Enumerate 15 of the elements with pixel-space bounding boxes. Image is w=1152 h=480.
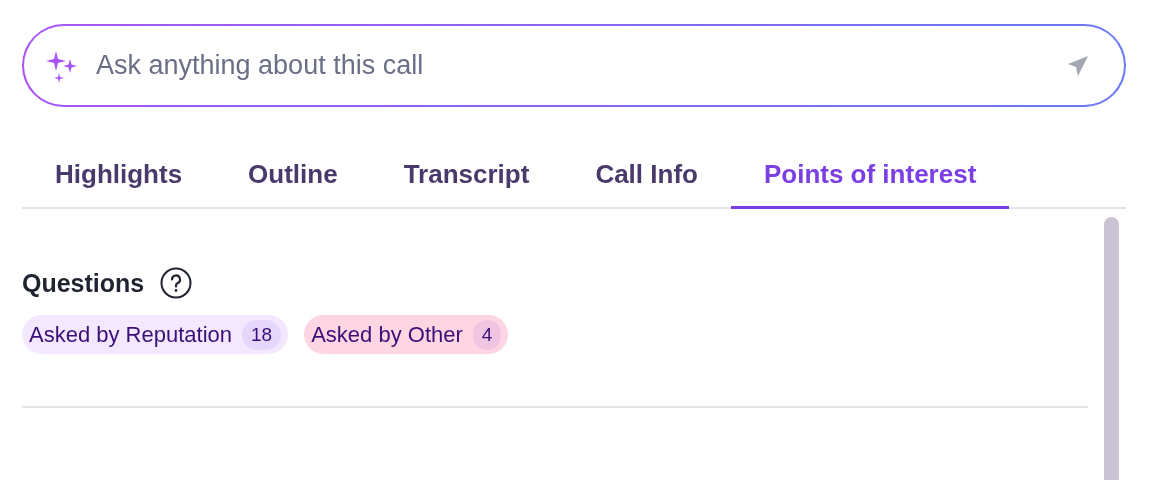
send-icon[interactable]: [1066, 53, 1090, 78]
count-badge: 18: [242, 319, 282, 350]
tab[interactable]: Call Info: [562, 151, 731, 209]
filter-chip[interactable]: Asked by Other 4: [304, 315, 509, 354]
tab[interactable]: Points of interest: [730, 151, 1010, 209]
tab[interactable]: Outline: [215, 151, 371, 209]
ask-field[interactable]: Ask anything about this call: [22, 24, 1126, 107]
tab[interactable]: Transcript: [370, 151, 563, 209]
tab[interactable]: Highlights: [22, 151, 216, 209]
filter-chip[interactable]: Asked by Reputation 18: [22, 315, 289, 354]
count-badge: 4: [472, 319, 502, 350]
scrollbar[interactable]: [1104, 217, 1119, 480]
help-icon[interactable]: [160, 267, 193, 299]
ask-field[interactable]: Ask anything about this call: [94, 49, 1050, 82]
section-title: Questions: [22, 268, 145, 298]
